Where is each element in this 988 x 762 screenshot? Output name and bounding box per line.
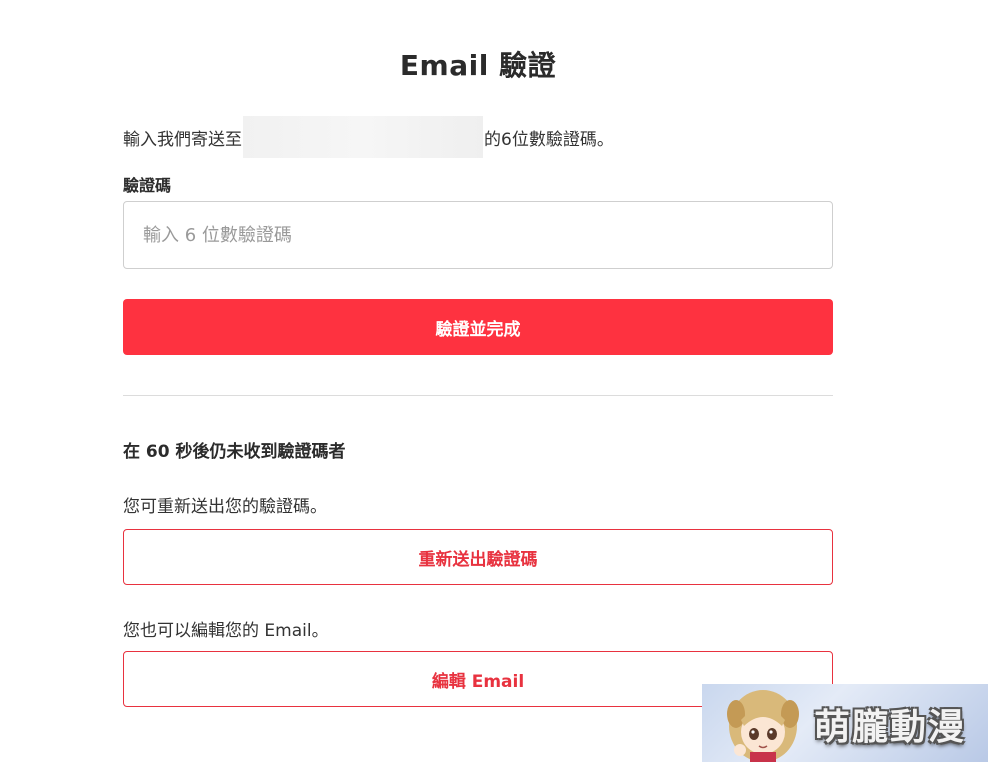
intro-suffix: 的6位數驗證碼。 — [484, 129, 614, 150]
page-title: Email 驗證 — [399, 49, 557, 82]
resend-heading: 在 60 秒後仍未收到驗證碼者 — [123, 442, 346, 462]
code-field-label: 驗證碼 — [123, 176, 172, 195]
edit-email-hint: 您也可以編輯您的 Email。 — [123, 621, 329, 641]
code-input[interactable] — [123, 201, 833, 269]
verify-and-complete-button[interactable]: 驗證並完成 — [123, 299, 833, 355]
resend-code-button[interactable]: 重新送出驗證碼 — [123, 529, 833, 585]
resend-hint: 您可重新送出您的驗證碼。 — [123, 497, 327, 517]
divider — [123, 395, 833, 396]
intro-text: 輸入我們寄送至 的6位數驗證碼。 — [123, 116, 614, 158]
redacted-email — [243, 116, 483, 158]
watermark-logo: 萌朧動漫 — [702, 684, 988, 762]
intro-prefix: 輸入我們寄送至 — [123, 129, 242, 150]
anime-mascot-icon — [727, 690, 799, 762]
watermark-text: 萌朧動漫 — [814, 707, 967, 748]
